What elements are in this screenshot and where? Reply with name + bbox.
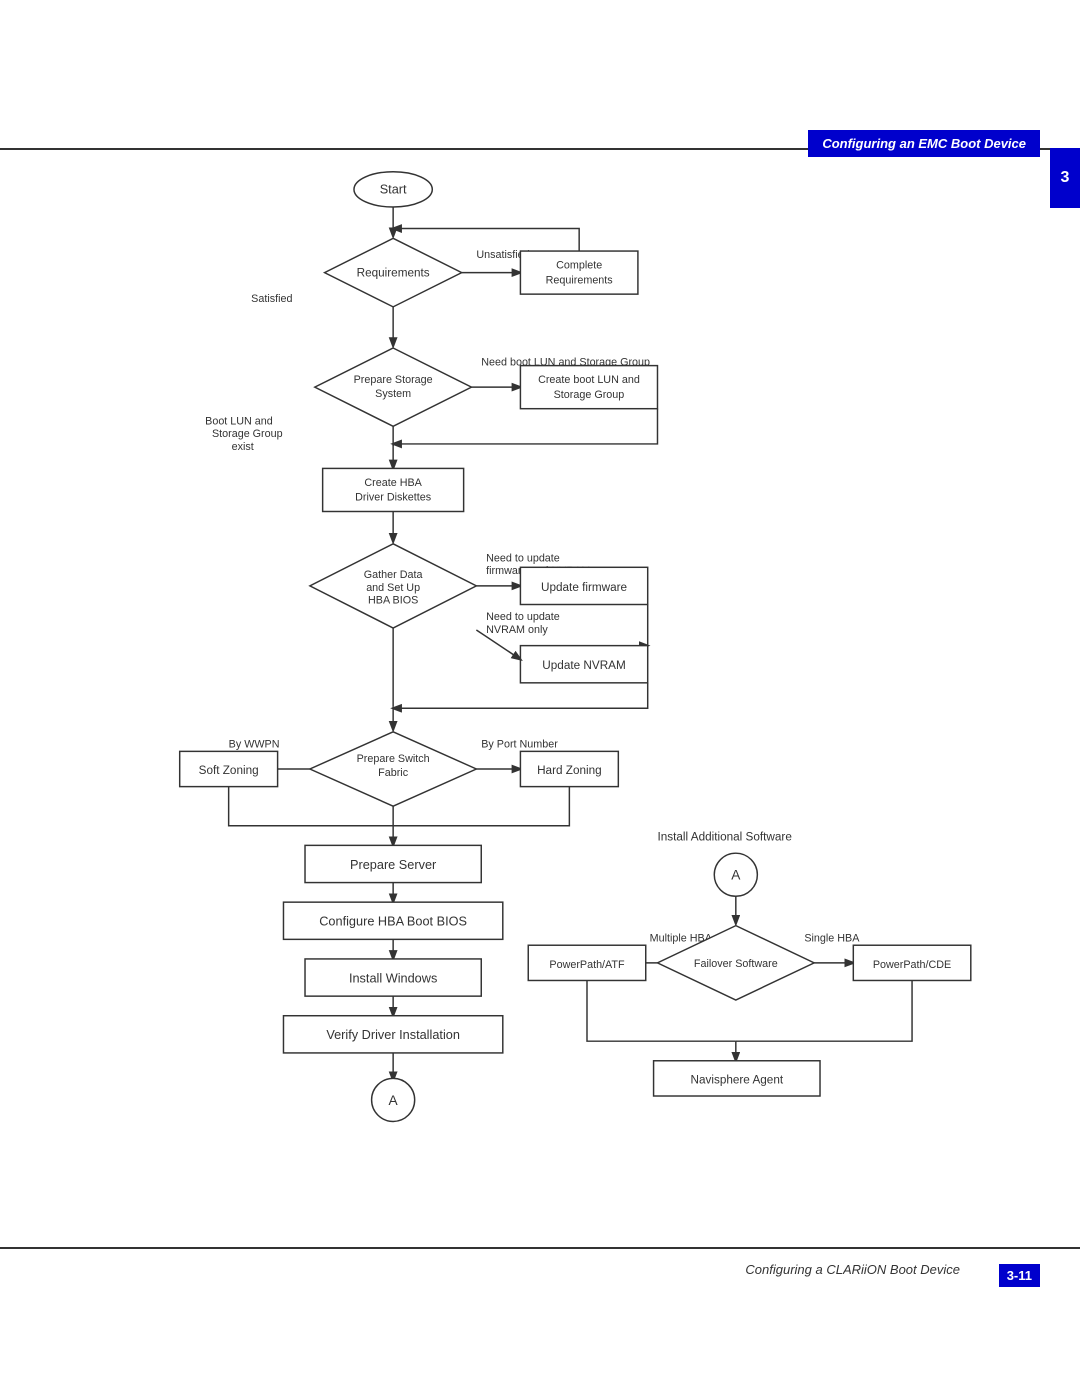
powerpath-cde-label: PowerPath/CDE <box>873 959 951 971</box>
svg-text:exist: exist <box>232 441 254 453</box>
svg-text:Storage Group: Storage Group <box>554 389 625 401</box>
svg-text:NVRAM only: NVRAM only <box>486 624 548 636</box>
single-hba-label: Single HBA <box>804 932 860 944</box>
connector-a-left-label: A <box>389 1093 399 1108</box>
create-hba-label: Create HBA <box>364 477 422 489</box>
install-windows-label: Install Windows <box>349 970 437 985</box>
svg-text:Requirements: Requirements <box>546 274 613 286</box>
footer-text-content: Configuring a CLARiiON Boot Device <box>745 1262 960 1277</box>
header-title: Configuring an EMC Boot Device <box>808 130 1040 157</box>
navisphere-label: Navisphere Agent <box>690 1073 783 1086</box>
svg-text:Fabric: Fabric <box>378 767 409 779</box>
svg-text:Driver Diskettes: Driver Diskettes <box>355 492 431 504</box>
need-fw-label: Need to update <box>486 552 560 564</box>
header-title-text: Configuring an EMC Boot Device <box>822 136 1026 151</box>
svg-text:HBA BIOS: HBA BIOS <box>368 595 418 607</box>
complete-req-label: Complete <box>556 260 602 272</box>
flowchart-area: Start Requirements Unsatisfied Complete … <box>60 160 1020 1237</box>
soft-zoning-label: Soft Zoning <box>199 764 259 777</box>
install-additional-label: Install Additional Software <box>657 830 791 843</box>
start-label: Start <box>380 181 407 196</box>
footer-text: Configuring a CLARiiON Boot Device <box>745 1262 960 1277</box>
need-nvram-label: Need to update <box>486 611 560 623</box>
prepare-server-label: Prepare Server <box>350 857 437 872</box>
svg-text:and Set Up: and Set Up <box>366 582 420 594</box>
footer-page: 3-11 <box>999 1264 1040 1287</box>
powerpath-atf-label: PowerPath/ATF <box>549 959 625 971</box>
by-port-label: By Port Number <box>481 738 558 750</box>
update-nvram-label: Update NVRAM <box>542 659 625 672</box>
svg-text:Storage Group: Storage Group <box>212 428 283 440</box>
svg-text:System: System <box>375 388 411 400</box>
chapter-number: 3 <box>1061 169 1070 187</box>
hard-zoning-label: Hard Zoning <box>537 764 602 777</box>
footer-page-number: 3-11 <box>1007 1268 1032 1283</box>
update-firmware-label: Update firmware <box>541 581 627 594</box>
by-wwpn-label: By WWPN <box>229 738 280 750</box>
chapter-tab: 3 <box>1050 148 1080 208</box>
create-boot-lun-label: Create boot LUN and <box>538 374 640 386</box>
footer-bar <box>0 1247 1080 1249</box>
configure-hba-label: Configure HBA Boot BIOS <box>319 914 467 929</box>
gather-data-label: Gather Data <box>364 569 423 581</box>
prepare-switch-label: Prepare Switch <box>357 753 430 765</box>
satisfied-label: Satisfied <box>251 293 292 305</box>
requirements-label: Requirements <box>357 267 430 280</box>
connector-a-right-label: A <box>731 868 741 883</box>
boot-lun-exist-label: Boot LUN and <box>205 415 273 427</box>
verify-driver-label: Verify Driver Installation <box>326 1027 460 1042</box>
prepare-storage-label: Prepare Storage <box>354 374 433 386</box>
flowchart-svg: Start Requirements Unsatisfied Complete … <box>60 160 1020 1237</box>
failover-software-label: Failover Software <box>694 958 778 970</box>
